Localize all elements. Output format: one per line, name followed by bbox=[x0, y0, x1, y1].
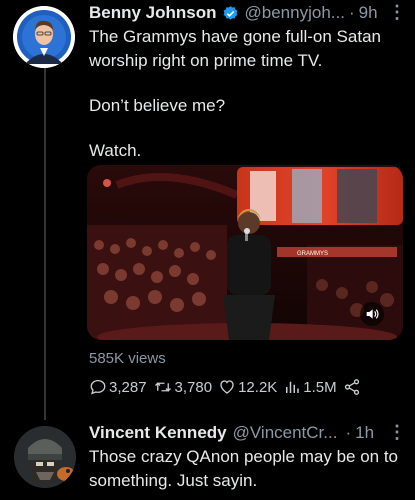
share-icon bbox=[343, 378, 361, 396]
reply-header: Vincent Kennedy @VincentCr... · 1h bbox=[89, 423, 374, 443]
views-count: 1.5M bbox=[303, 378, 337, 396]
volume-icon[interactable] bbox=[364, 306, 380, 327]
views-button[interactable]: 1.5M bbox=[283, 378, 337, 396]
reply-text-line: Those crazy QAnon people may be on to bbox=[89, 447, 399, 466]
action-bar: 3,287 3,780 12.2K 1.5M bbox=[89, 378, 361, 396]
like-button[interactable]: 12.2K bbox=[218, 378, 277, 396]
separator: · bbox=[348, 3, 355, 22]
reply-text-line: something. Just sayin. bbox=[89, 471, 258, 490]
views-icon bbox=[283, 378, 301, 396]
stage-sign: GRAMMYS bbox=[297, 251, 328, 257]
timestamp[interactable]: 9h bbox=[359, 3, 378, 23]
tweet-text-line: The Grammys have gone full-on Satan bbox=[89, 27, 381, 46]
reply-icon bbox=[89, 378, 107, 396]
separator: · bbox=[345, 423, 352, 442]
video-views: 585K views bbox=[89, 350, 166, 367]
like-count: 12.2K bbox=[238, 378, 278, 396]
reply-avatar[interactable] bbox=[14, 426, 76, 488]
avatar[interactable] bbox=[13, 6, 75, 68]
tweet-header: Benny Johnson @bennyjoh... · 9h bbox=[89, 3, 378, 23]
reply-author-name[interactable]: Vincent Kennedy bbox=[89, 423, 227, 443]
author-handle[interactable]: @bennyjoh... bbox=[245, 3, 345, 23]
tweet-text-line: worship right on prime time TV. bbox=[89, 51, 323, 70]
reply-timestamp[interactable]: 1h bbox=[355, 423, 374, 443]
like-icon bbox=[218, 378, 236, 396]
retweet-count: 3,780 bbox=[174, 378, 213, 396]
thread-line bbox=[44, 68, 46, 420]
share-button[interactable] bbox=[343, 378, 361, 396]
video-player[interactable]: GRAMMYS bbox=[87, 165, 403, 340]
reply-author-handle[interactable]: @VincentCr... bbox=[233, 423, 338, 443]
verified-badge-icon bbox=[222, 5, 239, 22]
retweet-icon bbox=[153, 378, 173, 396]
reply-count: 3,287 bbox=[109, 378, 147, 396]
reply-more-icon[interactable]: ⋮ bbox=[388, 422, 406, 443]
tweet-text-line: Watch. bbox=[89, 141, 142, 160]
reply-button[interactable]: 3,287 bbox=[89, 378, 147, 396]
more-icon[interactable]: ⋮ bbox=[388, 2, 406, 23]
retweet-button[interactable]: 3,780 bbox=[153, 378, 213, 396]
tweet-text-line: Don’t believe me? bbox=[89, 96, 226, 115]
author-name[interactable]: Benny Johnson bbox=[89, 3, 217, 23]
